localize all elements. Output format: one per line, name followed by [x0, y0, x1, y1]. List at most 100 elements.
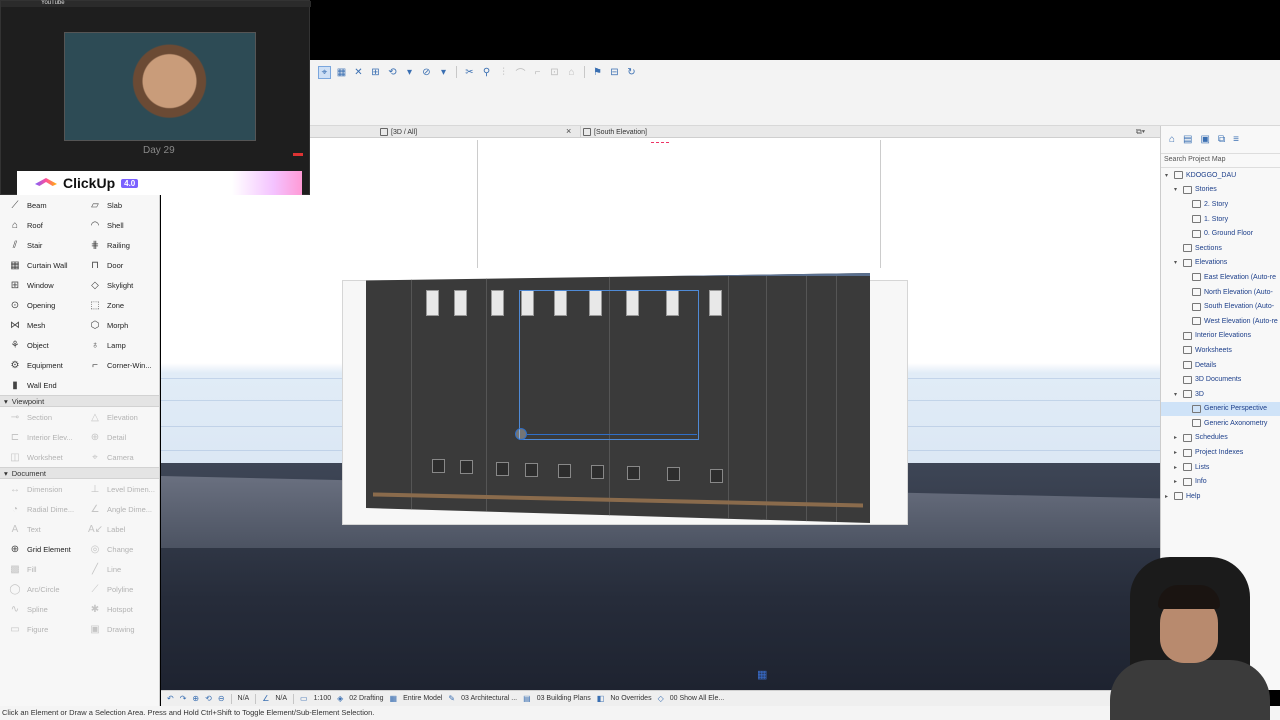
window-lower[interactable]	[591, 465, 604, 479]
tool-beam[interactable]: ⟋ Beam	[0, 195, 80, 215]
roof-trim-icon[interactable]: ⌂	[565, 66, 578, 79]
arrow-tool-icon[interactable]: ⌖	[318, 65, 331, 79]
window-lower[interactable]	[710, 469, 723, 483]
viewpoint-section-header[interactable]: ▾ Viewpoint	[0, 395, 159, 407]
tree-item[interactable]: ▾ 3D	[1161, 387, 1280, 402]
expand-arrow-icon[interactable]: ▾	[1174, 186, 1180, 193]
tool-roof[interactable]: ⌂ Roof	[0, 215, 80, 235]
window-upper[interactable]	[709, 290, 722, 316]
tree-item[interactable]: 1. Story	[1161, 212, 1280, 227]
tool-skylight[interactable]: ◇ Skylight	[80, 275, 159, 295]
tool-figure[interactable]: ▭ Figure	[0, 619, 80, 639]
tool-level-dimension[interactable]: ⊥ Level Dimen...	[80, 479, 159, 499]
scissors-icon[interactable]: ✂	[463, 66, 476, 79]
tree-item[interactable]: 3D Documents	[1161, 372, 1280, 387]
zoom-out-icon[interactable]: ⊖	[218, 694, 225, 703]
expand-arrow-icon[interactable]: ▾	[1174, 391, 1180, 398]
hierarchy-icon[interactable]: ⊟	[608, 66, 621, 79]
tool-mesh[interactable]: ⋈ Mesh	[0, 315, 80, 335]
window-upper[interactable]	[454, 290, 467, 316]
refresh-icon[interactable]: ↻	[625, 66, 638, 79]
renovation-filter[interactable]: 00 Show All Ele...	[670, 695, 724, 702]
window-lower[interactable]	[558, 464, 571, 478]
expand-arrow-icon[interactable]: ▾	[1174, 259, 1180, 266]
tool-dimension[interactable]: ↔ Dimension	[0, 479, 80, 499]
dropdown-arrow-icon[interactable]: ▾	[403, 66, 416, 79]
pen-set[interactable]: 03 Architectural ...	[461, 695, 517, 702]
tool-change[interactable]: ◎ Change	[80, 539, 159, 559]
expand-arrow-icon[interactable]: ▸	[1174, 478, 1180, 485]
tool-interior-elevation[interactable]: ⊏ Interior Elev...	[0, 427, 80, 447]
zoom-in-icon[interactable]: ⊕	[192, 694, 199, 703]
tool-railing[interactable]: ⋕ Railing	[80, 235, 159, 255]
expand-arrow-icon[interactable]: ▸	[1165, 493, 1171, 500]
window-lower[interactable]	[667, 467, 680, 481]
tree-item[interactable]: North Elevation (Auto-	[1161, 285, 1280, 300]
graphic-overrides[interactable]: No Overrides	[610, 695, 651, 702]
flag-icon[interactable]: ⚑	[591, 66, 604, 79]
marquee-icon[interactable]: ▦	[335, 66, 348, 79]
tree-item[interactable]: South Elevation (Auto-	[1161, 299, 1280, 314]
tool-stair[interactable]: ⫽ Stair	[0, 235, 80, 255]
zoom-menu-icon[interactable]: ⟲	[205, 694, 212, 703]
angle-value[interactable]: N/A	[275, 695, 287, 702]
orbit-icon[interactable]: ⟲	[386, 66, 399, 79]
3d-viewport[interactable]: ▦	[161, 138, 1160, 690]
gravity-icon[interactable]: ⊞	[369, 66, 382, 79]
tool-wall-end[interactable]: ▮ Wall End	[0, 375, 80, 395]
tree-item[interactable]: Worksheets	[1161, 343, 1280, 358]
tree-item[interactable]: 0. Ground Floor	[1161, 226, 1280, 241]
tool-camera[interactable]: ⌖ Camera	[80, 447, 159, 467]
tool-morph[interactable]: ⬡ Morph	[80, 315, 159, 335]
layer-combination[interactable]: 02 Drafting	[349, 695, 383, 702]
tool-worksheet[interactable]: ◫ Worksheet	[0, 447, 80, 467]
dimension-style[interactable]: 03 Building Plans	[537, 695, 591, 702]
tool-hotspot[interactable]: ✱ Hotspot	[80, 599, 159, 619]
tree-item[interactable]: ▾ Elevations	[1161, 256, 1280, 271]
tool-lamp[interactable]: ♁ Lamp	[80, 335, 159, 355]
tool-opening[interactable]: ⊙ Opening	[0, 295, 80, 315]
model-view-option[interactable]: Entire Model	[403, 695, 442, 702]
tree-item[interactable]: 2. Story	[1161, 197, 1280, 212]
expand-arrow-icon[interactable]: ▾	[1165, 172, 1171, 179]
expand-arrow-icon[interactable]: ▸	[1174, 449, 1180, 456]
layout-book-icon[interactable]: ▣	[1201, 134, 1210, 145]
tool-corner-window[interactable]: ⌐ Corner-Win...	[80, 355, 159, 375]
tree-item[interactable]: Generic Perspective	[1161, 401, 1280, 417]
tool-grid-element[interactable]: ⊕ Grid Element	[0, 539, 80, 559]
close-icon[interactable]: ×	[566, 126, 571, 136]
window-lower[interactable]	[432, 459, 445, 473]
document-section-header[interactable]: ▾ Document	[0, 467, 159, 479]
curve-icon[interactable]: ⌒	[514, 66, 527, 80]
tree-item[interactable]: East Elevation (Auto-re	[1161, 270, 1280, 285]
tab-3d-all[interactable]: [3D / All]	[380, 126, 578, 138]
tool-door[interactable]: ⊓ Door	[80, 255, 159, 275]
window-upper[interactable]	[491, 290, 504, 316]
redo-icon[interactable]: ↷	[180, 694, 187, 703]
window-upper[interactable]	[426, 290, 439, 316]
undo-icon[interactable]: ↶	[167, 694, 174, 703]
dropdown-arrow-icon[interactable]: ▾	[437, 66, 450, 79]
tree-item[interactable]: Sections	[1161, 241, 1280, 256]
navigator-search-input[interactable]: Search Project Map	[1161, 156, 1280, 168]
tree-item[interactable]: ▸ Info	[1161, 474, 1280, 489]
tool-radial-dimension[interactable]: ◔ Radial Dime...	[0, 499, 80, 519]
upper-volume[interactable]	[477, 140, 881, 268]
tree-item[interactable]: ▾ Stories	[1161, 183, 1280, 198]
expand-arrow-icon[interactable]: ▸	[1174, 434, 1180, 441]
tool-text[interactable]: A Text	[0, 519, 80, 539]
tool-object[interactable]: ⚘ Object	[0, 335, 80, 355]
tool-line[interactable]: ╱ Line	[80, 559, 159, 579]
tool-slab[interactable]: ▱ Slab	[80, 195, 159, 215]
window-lower[interactable]	[525, 463, 538, 477]
tool-curtain-wall[interactable]: ▦ Curtain Wall	[0, 255, 80, 275]
tab-south-elevation[interactable]: [South Elevation]	[580, 126, 780, 138]
navigator-menu-icon[interactable]: ≡	[1233, 134, 1239, 145]
window-lower[interactable]	[460, 460, 473, 474]
scale-value[interactable]: 1:100	[314, 695, 332, 702]
tool-elevation[interactable]: △ Elevation	[80, 407, 159, 427]
tool-detail[interactable]: ⊕ Detail	[80, 427, 159, 447]
view-map-icon[interactable]: ▤	[1183, 134, 1192, 145]
expand-arrow-icon[interactable]: ▸	[1174, 464, 1180, 471]
tool-window[interactable]: ⊞ Window	[0, 275, 80, 295]
